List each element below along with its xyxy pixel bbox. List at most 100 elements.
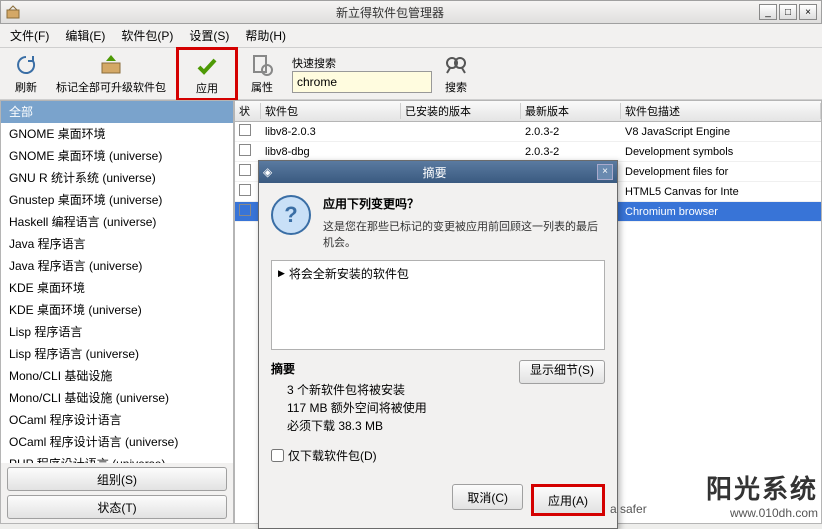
dialog-apply-highlight: 应用(A) xyxy=(531,484,605,516)
menu-help[interactable]: 帮助(H) xyxy=(239,25,292,46)
category-list[interactable]: 全部GNOME 桌面环境GNOME 桌面环境 (universe)GNU R 统… xyxy=(1,101,233,463)
pkg-desc: Chromium browser xyxy=(621,206,821,218)
dialog-body: ? 应用下列变更吗？ 这是您在那些已标记的变更被应用前回顾这一列表的最后机会。 … xyxy=(259,183,617,476)
pkg-latest: 2.0.3-2 xyxy=(521,146,621,158)
dialog-close-button[interactable]: × xyxy=(597,164,613,180)
properties-label: 属性 xyxy=(251,79,273,95)
apply-button[interactable]: 应用 xyxy=(187,52,227,98)
maximize-button[interactable]: □ xyxy=(779,4,797,20)
col-mark[interactable]: 状 xyxy=(235,103,261,119)
sidebar-item[interactable]: OCaml 程序设计语言 (universe) xyxy=(1,431,233,453)
expand-icon[interactable]: ▶ xyxy=(278,268,285,279)
sidebar-item[interactable]: KDE 桌面环境 (universe) xyxy=(1,299,233,321)
sidebar-item[interactable]: 全部 xyxy=(1,101,233,123)
summary-line: 117 MB 额外空间将被使用 xyxy=(271,399,519,417)
sidebar: 全部GNOME 桌面环境GNOME 桌面环境 (universe)GNU R 统… xyxy=(0,100,234,524)
dialog-title: 摘要 xyxy=(272,164,597,181)
quick-search: 快速搜索 xyxy=(292,55,432,93)
search-input[interactable] xyxy=(292,71,432,93)
package-row[interactable]: libv8-dbg 2.0.3-2Development symbols xyxy=(235,142,821,162)
dialog-heading: 应用下列变更吗？ xyxy=(323,195,605,212)
menubar: 文件(F) 编辑(E) 软件包(P) 设置(S) 帮助(H) xyxy=(0,24,822,48)
pkg-latest: 2.0.3-2 xyxy=(521,126,621,138)
download-only-checkbox[interactable]: 仅下载软件包(D) xyxy=(271,447,605,464)
refresh-button[interactable]: 刷新 xyxy=(6,51,46,97)
sidebar-item[interactable]: Java 程序语言 xyxy=(1,233,233,255)
sidebar-item[interactable]: GNOME 桌面环境 (universe) xyxy=(1,145,233,167)
app-icon xyxy=(5,4,21,20)
sidebar-item[interactable]: KDE 桌面环境 xyxy=(1,277,233,299)
cancel-button[interactable]: 取消(C) xyxy=(452,484,523,510)
menu-edit[interactable]: 编辑(E) xyxy=(59,25,111,46)
pkg-desc: HTML5 Canvas for Inte xyxy=(621,186,821,198)
window-title: 新立得软件包管理器 xyxy=(21,4,759,21)
col-desc[interactable]: 软件包描述 xyxy=(621,103,821,119)
quick-search-label: 快速搜索 xyxy=(292,55,432,71)
search-button[interactable]: 搜索 xyxy=(436,51,476,97)
mark-upgrades-button[interactable]: 标记全部可升级软件包 xyxy=(50,51,172,97)
mark-upgrades-icon xyxy=(99,53,123,77)
col-installed[interactable]: 已安装的版本 xyxy=(401,103,521,119)
menu-file[interactable]: 文件(F) xyxy=(4,25,55,46)
window-titlebar: 新立得软件包管理器 _ □ × xyxy=(0,0,822,24)
sidebar-item[interactable]: PHP 程序设计语言 (universe) xyxy=(1,453,233,463)
search-icon xyxy=(444,53,468,77)
dialog-apply-button[interactable]: 应用(A) xyxy=(534,487,602,513)
mark-checkbox[interactable] xyxy=(235,144,261,159)
col-name[interactable]: 软件包 xyxy=(261,103,401,119)
dialog-tree[interactable]: ▶ 将会全新安装的软件包 xyxy=(271,260,605,350)
sidebar-item[interactable]: Mono/CLI 基础设施 xyxy=(1,365,233,387)
pkg-name: libv8-2.0.3 xyxy=(261,126,401,138)
summary-line: 必须下载 38.3 MB xyxy=(271,417,519,435)
summary-line: 3 个新软件包将被安装 xyxy=(271,381,519,399)
properties-button[interactable]: 属性 xyxy=(242,51,282,97)
show-details-button[interactable]: 显示细节(S) xyxy=(519,360,605,384)
menu-settings[interactable]: 设置(S) xyxy=(183,25,235,46)
close-button[interactable]: × xyxy=(799,4,817,20)
sidebar-item[interactable]: Haskell 编程语言 (universe) xyxy=(1,211,233,233)
mark-checkbox[interactable] xyxy=(235,124,261,139)
pkg-desc: V8 JavaScript Engine xyxy=(621,126,821,138)
dialog-titlebar[interactable]: ◈ 摘要 × xyxy=(259,161,617,183)
pkg-name: libv8-dbg xyxy=(261,146,401,158)
minimize-button[interactable]: _ xyxy=(759,4,777,20)
pkg-desc: Development files for xyxy=(621,166,821,178)
status-button[interactable]: 状态(T) xyxy=(7,495,227,519)
package-header: 状 软件包 已安装的版本 最新版本 软件包描述 xyxy=(234,100,822,122)
window-controls: _ □ × xyxy=(759,4,817,20)
col-latest[interactable]: 最新版本 xyxy=(521,103,621,119)
group-button[interactable]: 组别(S) xyxy=(7,467,227,491)
download-only-input[interactable] xyxy=(271,449,284,462)
sidebar-item[interactable]: GNOME 桌面环境 xyxy=(1,123,233,145)
refresh-icon xyxy=(14,53,38,77)
tree-row[interactable]: ▶ 将会全新安装的软件包 xyxy=(278,265,598,282)
refresh-label: 刷新 xyxy=(15,79,37,95)
download-only-label: 仅下载软件包(D) xyxy=(288,447,377,464)
summary-dialog: ◈ 摘要 × ? 应用下列变更吗？ 这是您在那些已标记的变更被应用前回顾这一列表… xyxy=(258,160,618,529)
toolbar: 刷新 标记全部可升级软件包 应用 属性 快速搜索 搜索 xyxy=(0,48,822,100)
search-label: 搜索 xyxy=(445,79,467,95)
summary-heading: 摘要 xyxy=(271,360,519,377)
pkg-desc: Development symbols xyxy=(621,146,821,158)
dialog-subtext: 这是您在那些已标记的变更被应用前回顾这一列表的最后机会。 xyxy=(323,218,605,250)
apply-icon xyxy=(195,54,219,78)
menu-package[interactable]: 软件包(P) xyxy=(115,25,179,46)
sidebar-item[interactable]: Lisp 程序语言 (universe) xyxy=(1,343,233,365)
sidebar-buttons: 组别(S) 状态(T) xyxy=(1,463,233,523)
apply-label: 应用 xyxy=(196,80,218,96)
apply-highlight: 应用 xyxy=(176,47,238,101)
dialog-header: ? 应用下列变更吗？ 这是您在那些已标记的变更被应用前回顾这一列表的最后机会。 xyxy=(271,195,605,250)
sidebar-item[interactable]: Lisp 程序语言 xyxy=(1,321,233,343)
sidebar-item[interactable]: Mono/CLI 基础设施 (universe) xyxy=(1,387,233,409)
dialog-summary: 摘要 3 个新软件包将被安装 117 MB 额外空间将被使用 必须下载 38.3… xyxy=(271,360,605,435)
sidebar-item[interactable]: Gnustep 桌面环境 (universe) xyxy=(1,189,233,211)
sidebar-item[interactable]: OCaml 程序设计语言 xyxy=(1,409,233,431)
package-row[interactable]: libv8-2.0.3 2.0.3-2V8 JavaScript Engine xyxy=(235,122,821,142)
sidebar-item[interactable]: GNU R 统计系统 (universe) xyxy=(1,167,233,189)
dialog-title-icon: ◈ xyxy=(263,165,272,179)
tree-label: 将会全新安装的软件包 xyxy=(289,265,409,282)
stray-text: a safer xyxy=(610,502,647,516)
properties-icon xyxy=(250,53,274,77)
sidebar-item[interactable]: Java 程序语言 (universe) xyxy=(1,255,233,277)
dialog-buttons: 取消(C) 应用(A) xyxy=(259,476,617,528)
